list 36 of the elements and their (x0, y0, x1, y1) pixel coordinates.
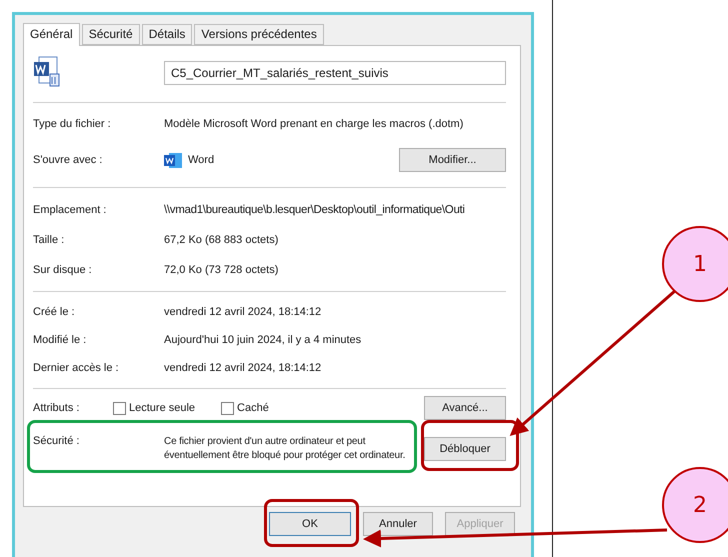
dialog-button[interactable]: OK (269, 512, 351, 536)
field-value: vendredi 12 avril 2024, 18:14:12 (164, 306, 322, 318)
advanced-button[interactable]: Avancé... (424, 396, 506, 420)
dialog-button[interactable]: Annuler (363, 512, 433, 536)
field-label: Modifié le : (33, 334, 88, 346)
field-label: Type du fichier : (33, 118, 112, 130)
security-message: Ce fichier provient d'un autre ordinateur et peut éventuellement être bloqué pour protéger cet ordinateur. (164, 435, 406, 463)
field-value: 72,0 Ko (73 728 octets) (164, 264, 278, 276)
checkbox-label: Caché (237, 402, 269, 414)
field-value: \\vmad1\bureautique\b.lesquer\Desktop\outil_informatique\Outi (164, 204, 465, 216)
word-app-icon (164, 152, 182, 168)
field-value: Modèle Microsoft Word prenant en charge les macros (.dotm) (164, 118, 464, 130)
field-label: Dernier accès le : (33, 362, 120, 374)
tab[interactable]: Sécurité (82, 24, 140, 45)
unblock-button[interactable]: Débloquer (424, 437, 506, 461)
field-label: Emplacement : (33, 204, 108, 216)
field-label: Taille : (33, 234, 66, 246)
callout-number: 2 (662, 467, 728, 543)
checkbox[interactable] (221, 402, 234, 414)
checkbox-label: Lecture seule (129, 402, 196, 414)
tab[interactable]: Détails (142, 24, 192, 45)
field-label: Créé le : (33, 306, 76, 318)
field-label: S'ouvre avec : (33, 154, 104, 166)
tab[interactable]: Versions précédentes (194, 24, 324, 45)
field-value: Aujourd'hui 10 juin 2024, il y a 4 minutes (164, 334, 362, 346)
file-name-field[interactable]: C5_Courrier_MT_salariés_restent_suivis (164, 61, 506, 85)
checkbox[interactable] (113, 402, 126, 414)
change-button[interactable]: Modifier... (399, 148, 506, 172)
field-value: 67,2 Ko (68 883 octets) (164, 234, 278, 246)
field-label: Sécurité : (33, 435, 80, 447)
app-name: Word (188, 154, 214, 166)
callout-number: 1 (662, 226, 728, 302)
field-value: vendredi 12 avril 2024, 18:14:12 (164, 362, 322, 374)
field-label: Sur disque : (33, 264, 93, 276)
tab[interactable]: Général (23, 23, 80, 46)
field-label: Attributs : (33, 402, 80, 414)
